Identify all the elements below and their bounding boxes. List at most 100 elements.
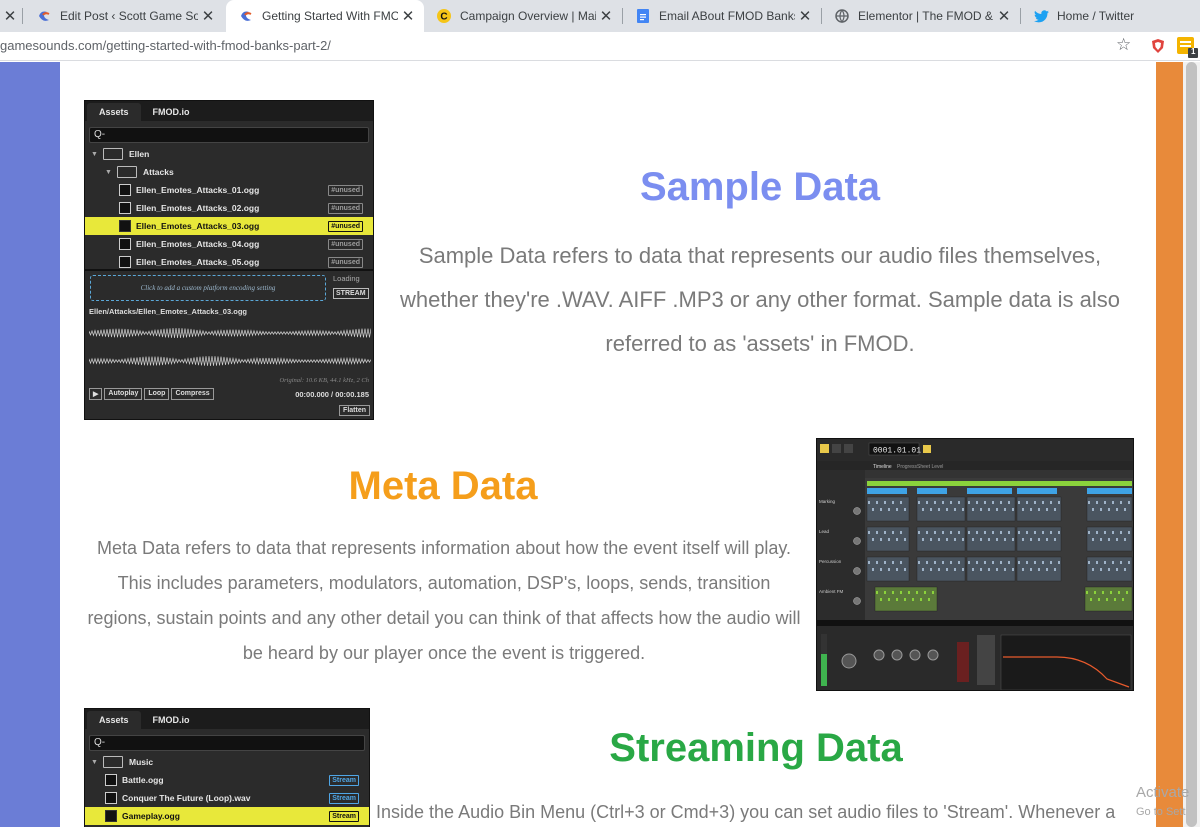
- fmod-tree-row: Ellen_Emotes_Attacks_03.ogg #unused: [85, 217, 373, 235]
- fmod-tab-fmodio: FMOD.io: [152, 715, 190, 725]
- fmod-tree-label: Conquer The Future (Loop).wav: [122, 793, 251, 803]
- fmod-midi-note: [958, 561, 960, 564]
- fmod-midi-note: [1038, 508, 1040, 511]
- fmod-midi-note: [872, 508, 874, 511]
- fmod-loading-label: Loading: [333, 274, 360, 283]
- fmod-midi-note: [1008, 561, 1010, 564]
- fmod-midi-note: [984, 531, 986, 534]
- fmod-tree-row: Ellen_Emotes_Attacks_01.ogg #unused: [85, 181, 373, 199]
- fmod-midi-note: [904, 508, 906, 511]
- close-icon[interactable]: ✕: [795, 7, 815, 25]
- fmod-midi-note: [1046, 538, 1048, 541]
- fmod-tree-label: Ellen_Emotes_Attacks_05.ogg: [136, 257, 260, 267]
- fmod-midi-note: [984, 561, 986, 564]
- brave-shield-icon[interactable]: [1150, 38, 1166, 54]
- fmod-midi-note: [972, 568, 974, 571]
- fmod-midi-note: [888, 598, 890, 601]
- fmod-midi-note: [1128, 501, 1130, 504]
- fmod-midi-note: [1026, 561, 1028, 564]
- fmod-midi-note: [1112, 531, 1114, 534]
- fmod-midi-note: [996, 568, 998, 571]
- fmod-midi-note: [1096, 561, 1098, 564]
- fmod-midi-note: [1004, 508, 1006, 511]
- fmod-midi-note: [880, 598, 882, 601]
- fmod-playback-controls: ▶ Autoplay Loop Compress: [89, 388, 214, 400]
- fmod-midi-note: [934, 561, 936, 564]
- streaming-data-paragraph: Inside the Audio Bin Menu (Ctrl+3 or Cmd…: [376, 802, 1116, 822]
- fmod-midi-note: [1118, 591, 1120, 594]
- fmod-midi-note: [1030, 538, 1032, 541]
- fmod-midi-note: [1000, 531, 1002, 534]
- tab-close-partial[interactable]: ✕: [0, 0, 20, 32]
- scrollbar-thumb[interactable]: [1186, 62, 1197, 827]
- fmod-midi-note: [980, 538, 982, 541]
- twitter-icon: [1033, 8, 1049, 24]
- fmod-midi-note: [884, 501, 886, 504]
- fmod-midi-note: [1088, 561, 1090, 564]
- fmod-midi-note: [930, 538, 932, 541]
- fmod-midi-note: [1086, 591, 1088, 594]
- close-icon[interactable]: ✕: [596, 7, 616, 25]
- fmod-tab-assets: Assets: [87, 103, 141, 121]
- fmod-midi-note: [1034, 501, 1036, 504]
- extension-icon[interactable]: 1: [1176, 36, 1198, 58]
- fmod-midi-note: [926, 501, 928, 504]
- fmod-midi-note: [1128, 531, 1130, 534]
- fmod-midi-note: [938, 538, 940, 541]
- fmod-midi-note: [954, 538, 956, 541]
- browser-toolbar: gamesounds.com/getting-started-with-fmod…: [0, 32, 1200, 61]
- fmod-midi-note: [1114, 598, 1116, 601]
- close-icon[interactable]: ✕: [198, 7, 218, 25]
- fmod-midi-note: [988, 508, 990, 511]
- fmod-midi-note: [884, 531, 886, 534]
- fmod-midi-note: [896, 598, 898, 601]
- fmod-midi-note: [938, 508, 940, 511]
- tab-twitter[interactable]: Home / Twitter: [1021, 0, 1200, 32]
- fmod-midi-note: [1122, 598, 1124, 601]
- meta-data-heading: Meta Data: [348, 464, 538, 508]
- tab-email-docs[interactable]: Email ABout FMOD Banks -Tur ✕: [623, 0, 821, 32]
- fmod-midi-note: [888, 538, 890, 541]
- fmod-midi-note: [976, 501, 978, 504]
- fmod-midi-note: [926, 561, 928, 564]
- close-icon[interactable]: ✕: [398, 7, 418, 25]
- fmod-midi-note: [872, 568, 874, 571]
- fmod-midi-note: [1058, 531, 1060, 534]
- svg-text:Sheet Level: Sheet Level: [917, 464, 943, 470]
- address-bar-url[interactable]: gamesounds.com/getting-started-with-fmod…: [0, 38, 331, 53]
- fmod-tree-row: Ellen_Emotes_Attacks_04.ogg #unused: [85, 235, 373, 253]
- tab-elementor[interactable]: Elementor | The FMOD & Unity ✕: [822, 0, 1020, 32]
- fmod-midi-note: [1110, 591, 1112, 594]
- fmod-midi-note: [1050, 561, 1052, 564]
- close-icon[interactable]: ✕: [994, 7, 1014, 25]
- fmod-tab-bar: Assets FMOD.io: [85, 709, 369, 729]
- tab-edit-post[interactable]: Edit Post ‹ Scott Game Sounds ✕: [24, 0, 224, 32]
- fmod-midi-note: [876, 531, 878, 534]
- tab-getting-started[interactable]: Getting Started With FMOD Ba ✕: [226, 0, 424, 32]
- fmod-midi-note: [872, 538, 874, 541]
- fmod-midi-note: [996, 538, 998, 541]
- fmod-tree-row: Ellen_Emotes_Attacks_02.ogg #unused: [85, 199, 373, 217]
- fmod-midi-note: [1050, 501, 1052, 504]
- fmod-midi-note: [1116, 538, 1118, 541]
- sample-data-paragraph: Sample Data refers to data that represen…: [400, 243, 1120, 356]
- fmod-midi-note: [876, 591, 878, 594]
- fmod-midi-note: [1022, 538, 1024, 541]
- fmod-midi-note: [942, 501, 944, 504]
- close-icon[interactable]: ✕: [0, 7, 20, 25]
- tab-mailchimp[interactable]: C Campaign Overview | Mailchim ✕: [424, 0, 622, 32]
- fmod-midi-note: [1012, 568, 1014, 571]
- fmod-flatten-button: Flatten: [339, 405, 370, 416]
- fmod-stream-button: STREAM: [333, 288, 369, 299]
- fmod-midi-note: [1008, 501, 1010, 504]
- fmod-midi-note: [880, 568, 882, 571]
- fmod-midi-note: [880, 538, 882, 541]
- fmod-track-label: Marking: [819, 499, 836, 504]
- fmod-midi-note: [1026, 501, 1028, 504]
- audio-file-icon: [119, 220, 131, 232]
- fmod-midi-note: [1054, 568, 1056, 571]
- fmod-midi-note: [1124, 508, 1126, 511]
- bookmark-star-icon[interactable]: ☆: [1116, 35, 1131, 55]
- fmod-midi-note: [1100, 538, 1102, 541]
- fmod-midi-note: [904, 538, 906, 541]
